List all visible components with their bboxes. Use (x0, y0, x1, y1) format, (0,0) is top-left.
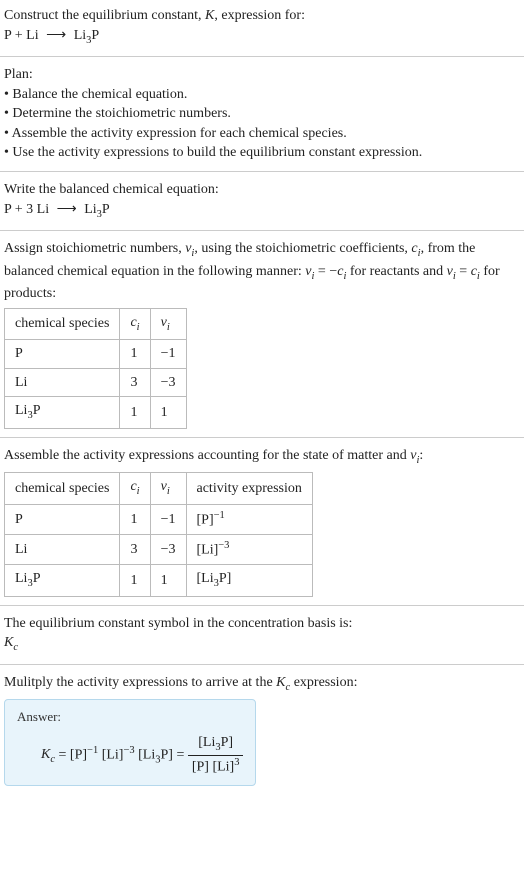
cell-c: 1 (120, 504, 150, 534)
balanced-title: Write the balanced chemical equation: (4, 180, 520, 200)
col-c: ci (120, 308, 150, 339)
plan-item: Use the activity expressions to build th… (4, 143, 520, 163)
table-header-row: chemical species ci νi (5, 308, 187, 339)
plan-section: Plan: Balance the chemical equation. Det… (0, 59, 524, 169)
table-header-row: chemical species ci νi activity expressi… (5, 473, 313, 504)
cell-species: P (5, 340, 120, 369)
frac-denominator: [P] [Li]3 (188, 756, 244, 777)
kc-symbol: Kc (4, 633, 520, 655)
frac-numerator: [Li3P] (188, 733, 244, 756)
divider (0, 56, 524, 57)
col-v: νi (150, 308, 186, 339)
col-v: νi (150, 473, 186, 504)
col-species: chemical species (5, 473, 120, 504)
cell-species: Li (5, 535, 120, 565)
cell-species: Li (5, 368, 120, 397)
divider (0, 605, 524, 606)
plan-title: Plan: (4, 65, 520, 85)
divider (0, 171, 524, 172)
stoich-table: chemical species ci νi P 1 −1 Li 3 −3 Li… (4, 308, 187, 429)
answer-box: Answer: Kc = [P]−1 [Li]−3 [Li3P] = [Li3P… (4, 699, 256, 786)
plan-item: Determine the stoichiometric numbers. (4, 104, 520, 124)
multiply-intro: Mulitply the activity expressions to arr… (4, 673, 520, 695)
plan-list: Balance the chemical equation. Determine… (4, 85, 520, 163)
cell-species: Li3P (5, 397, 120, 428)
table-row: Li 3 −3 [Li]−3 (5, 535, 313, 565)
table-row: P 1 −1 (5, 340, 187, 369)
cell-v: −3 (150, 368, 186, 397)
multiply-section: Mulitply the activity expressions to arr… (0, 667, 524, 792)
cell-species: Li3P (5, 565, 120, 596)
activity-table: chemical species ci νi activity expressi… (4, 472, 313, 596)
cell-c: 3 (120, 368, 150, 397)
fraction: [Li3P] [P] [Li]3 (188, 733, 244, 778)
cell-expr: [P]−1 (186, 504, 312, 534)
unbalanced-reaction: P + Li ⟶ Li3P (4, 26, 520, 48)
table-row: Li3P 1 1 (5, 397, 187, 428)
stoich-intro: Assign stoichiometric numbers, νi, using… (4, 239, 520, 304)
cell-v: −1 (150, 340, 186, 369)
answer-label: Answer: (17, 708, 243, 726)
cell-expr: [Li]−3 (186, 535, 312, 565)
table-row: Li3P 1 1 [Li3P] (5, 565, 313, 596)
plan-item: Balance the chemical equation. (4, 85, 520, 105)
balanced-section: Write the balanced chemical equation: P … (0, 174, 524, 228)
cell-species: P (5, 504, 120, 534)
activity-section: Assemble the activity expressions accoun… (0, 440, 524, 603)
divider (0, 230, 524, 231)
col-c: ci (120, 473, 150, 504)
cell-expr: [Li3P] (186, 565, 312, 596)
col-expr: activity expression (186, 473, 312, 504)
answer-expression: Kc = [P]−1 [Li]−3 [Li3P] = [Li3P] [P] [L… (17, 733, 243, 778)
cell-v: 1 (150, 397, 186, 428)
plan-item: Assemble the activity expression for eac… (4, 124, 520, 144)
cell-c: 1 (120, 340, 150, 369)
divider (0, 437, 524, 438)
cell-c: 1 (120, 565, 150, 596)
divider (0, 664, 524, 665)
construct-line: Construct the equilibrium constant, K, e… (4, 6, 520, 26)
problem-statement: Construct the equilibrium constant, K, e… (0, 0, 524, 54)
stoich-section: Assign stoichiometric numbers, νi, using… (0, 233, 524, 435)
cell-v: −1 (150, 504, 186, 534)
cell-c: 1 (120, 397, 150, 428)
table-row: Li 3 −3 (5, 368, 187, 397)
kc-symbol-intro: The equilibrium constant symbol in the c… (4, 614, 520, 634)
activity-intro: Assemble the activity expressions accoun… (4, 446, 520, 468)
table-row: P 1 −1 [P]−1 (5, 504, 313, 534)
cell-v: 1 (150, 565, 186, 596)
kc-symbol-section: The equilibrium constant symbol in the c… (0, 608, 524, 662)
col-species: chemical species (5, 308, 120, 339)
cell-v: −3 (150, 535, 186, 565)
cell-c: 3 (120, 535, 150, 565)
balanced-reaction: P + 3 Li ⟶ Li3P (4, 200, 520, 222)
